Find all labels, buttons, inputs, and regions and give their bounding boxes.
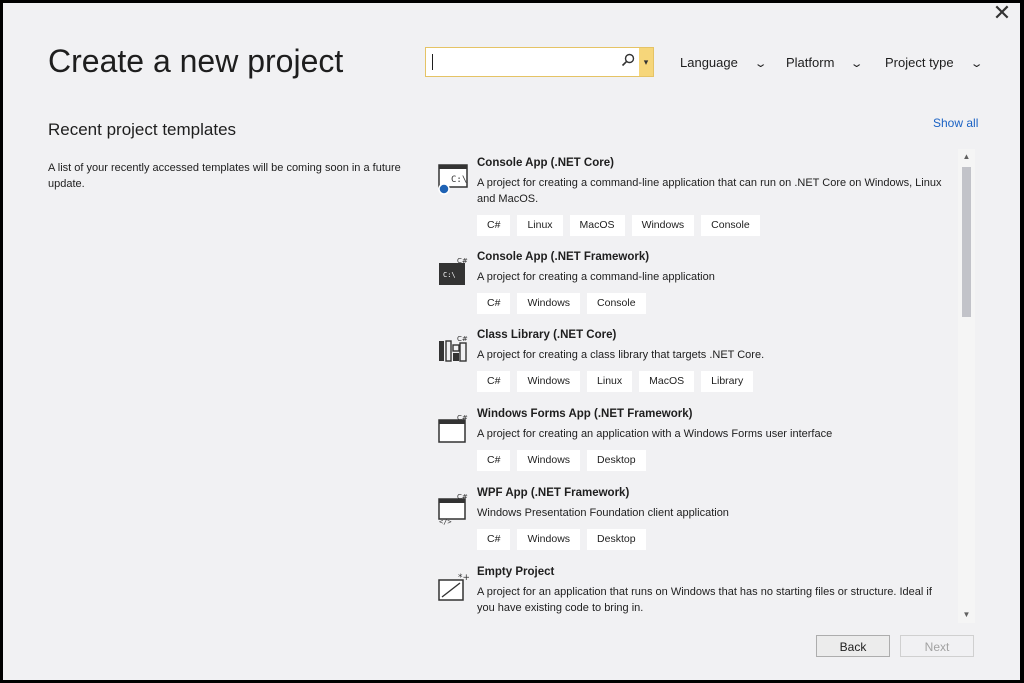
template-item-empty-project[interactable]: *+ Empty Project A project for an applic… xyxy=(433,566,958,623)
console-app-core-icon: C:\ xyxy=(438,164,468,195)
tag: C# xyxy=(477,529,511,550)
template-description: A project for creating a class library t… xyxy=(477,349,765,361)
template-name: Empty Project xyxy=(477,566,555,578)
template-name: Windows Forms App (.NET Framework) xyxy=(477,408,693,420)
show-all-link[interactable]: Show all xyxy=(933,116,978,130)
console-app-framework-icon: C:\ C# xyxy=(439,257,468,285)
template-description: A project for an application that runs o… xyxy=(477,586,932,614)
template-description: A project for creating a command-line ap… xyxy=(477,177,942,205)
text-cursor xyxy=(432,54,433,70)
template-name: Console App (.NET Framework) xyxy=(477,251,650,263)
svg-text:C#: C# xyxy=(457,414,468,422)
tag: Windows xyxy=(517,293,581,314)
create-project-dialog: ✕ Create a new project ▾ Language ⌄ Platf… xyxy=(3,2,1020,680)
platform-filter-label: Platform xyxy=(786,55,835,70)
template-name: Class Library (.NET Core) xyxy=(477,329,617,341)
svg-text:C#: C# xyxy=(457,335,468,343)
tag: Library xyxy=(701,371,754,392)
tag-list: C# Linux MacOS Windows Console xyxy=(477,215,760,236)
tag-list: C# Windows Console xyxy=(477,293,646,314)
tag: MacOS xyxy=(569,215,625,236)
platform-filter[interactable]: Platform ⌄ xyxy=(786,55,864,70)
search-input[interactable]: ▾ xyxy=(425,47,654,77)
tag: Windows xyxy=(517,450,581,471)
page-title: Create a new project xyxy=(48,43,344,79)
tag: Console xyxy=(701,215,760,236)
template-name: WPF App (.NET Framework) xyxy=(477,487,630,499)
wpf-app-icon: </> C# xyxy=(438,493,468,525)
template-description: A project for creating an application wi… xyxy=(477,428,833,440)
tag: C# xyxy=(477,293,511,314)
search-dropdown-icon[interactable]: ▾ xyxy=(639,48,653,76)
recent-templates-message: A list of your recently accessed templat… xyxy=(48,162,401,190)
windows-forms-icon: C# xyxy=(438,414,468,443)
tag: Linux xyxy=(587,371,633,392)
tag: Console xyxy=(587,293,646,314)
svg-text:C#: C# xyxy=(457,257,468,265)
template-name: Console App (.NET Core) xyxy=(477,157,614,169)
scrollbar-thumb[interactable] xyxy=(962,167,971,317)
tag: Windows xyxy=(631,215,695,236)
project-type-filter[interactable]: Project type ⌄ xyxy=(885,55,984,70)
search-icon[interactable] xyxy=(621,53,635,71)
svg-text:C:\: C:\ xyxy=(451,175,467,185)
class-library-icon: C# xyxy=(439,335,468,362)
scroll-down-icon[interactable]: ▼ xyxy=(958,607,975,623)
svg-text:*+: *+ xyxy=(458,573,469,583)
tag-list: C# Windows Desktop xyxy=(477,450,646,471)
project-type-filter-label: Project type xyxy=(885,55,954,70)
tag: Linux xyxy=(517,215,563,236)
scroll-up-icon[interactable]: ▲ xyxy=(958,149,975,165)
tag: C# xyxy=(477,215,511,236)
template-item-console-app-framework[interactable]: C:\ C# Console App (.NET Framework) A pr… xyxy=(433,251,958,321)
tag: Windows xyxy=(517,529,581,550)
tag: C# xyxy=(477,450,511,471)
template-item-console-app-core[interactable]: C:\ Console App (.NET Core) A project fo… xyxy=(433,157,958,243)
tag: Desktop xyxy=(587,529,646,550)
template-item-class-library[interactable]: C# Class Library (.NET Core) A project f… xyxy=(433,329,958,399)
template-list: C:\ Console App (.NET Core) A project fo… xyxy=(433,149,958,623)
language-filter[interactable]: Language ⌄ xyxy=(680,55,768,70)
tag-list: C# Windows Linux MacOS Library xyxy=(477,371,754,392)
chevron-down-icon: ⌄ xyxy=(969,58,984,70)
svg-text:C#: C# xyxy=(457,493,468,501)
chevron-down-icon: ⌄ xyxy=(850,58,864,70)
close-icon[interactable]: ✕ xyxy=(989,2,1015,25)
template-list-scrollbar[interactable]: ▲ ▼ xyxy=(958,149,975,623)
tag: MacOS xyxy=(639,371,695,392)
template-item-wpf-app[interactable]: </> C# WPF App (.NET Framework) Windows … xyxy=(433,487,958,557)
empty-project-icon: *+ xyxy=(438,573,469,601)
template-description: A project for creating a command-line ap… xyxy=(477,271,715,283)
template-item-windows-forms[interactable]: C# Windows Forms App (.NET Framework) A … xyxy=(433,408,958,478)
svg-text:C:\: C:\ xyxy=(443,271,456,279)
tag-list: C# Windows Desktop xyxy=(477,529,646,550)
chevron-down-icon: ⌄ xyxy=(753,58,768,70)
tag: Desktop xyxy=(587,450,646,471)
back-button[interactable]: Back xyxy=(816,635,890,657)
tag: C# xyxy=(477,371,511,392)
recent-templates-heading: Recent project templates xyxy=(48,120,237,139)
tag: Windows xyxy=(517,371,581,392)
svg-text:</>: </> xyxy=(439,518,452,525)
next-button[interactable]: Next xyxy=(900,635,974,657)
language-filter-label: Language xyxy=(680,55,738,70)
template-description: Windows Presentation Foundation client a… xyxy=(477,507,729,519)
